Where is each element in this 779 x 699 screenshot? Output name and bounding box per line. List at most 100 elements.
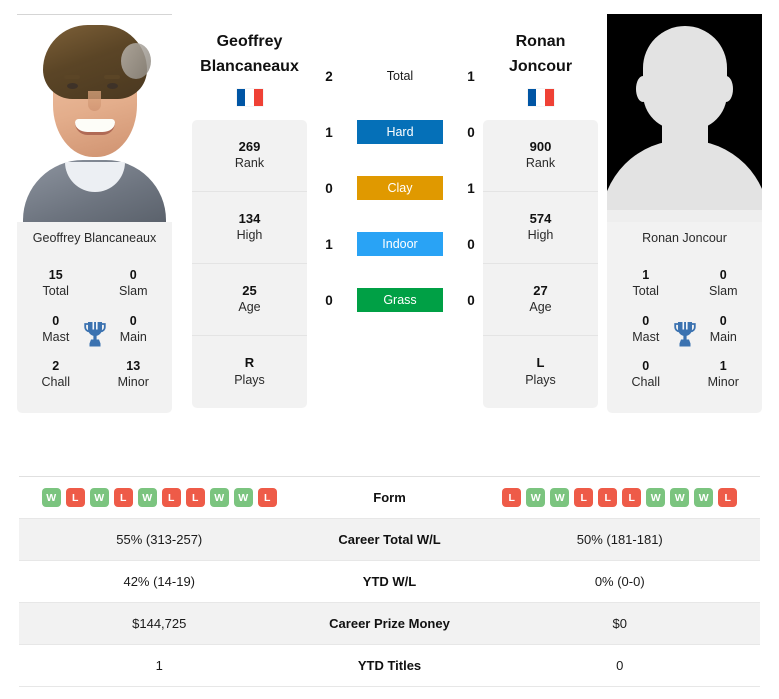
silhouette-placeholder-icon xyxy=(607,14,762,222)
loss-badge: L xyxy=(185,488,205,507)
stat-label: Form xyxy=(373,490,406,505)
win-badge: W xyxy=(694,488,714,507)
left-player-name: Geoffrey Blancaneaux xyxy=(200,33,299,75)
win-badge: W xyxy=(137,488,157,507)
right-rank-label: Rank xyxy=(525,156,556,171)
win-badge: W xyxy=(526,488,546,507)
titles-row-3: 2 Chall 13 Minor xyxy=(17,351,172,397)
right-high-value: 574 xyxy=(529,210,552,226)
h2h-right-value: 0 xyxy=(467,124,475,140)
right-age-label: Age xyxy=(529,300,552,315)
titles-chall: 0 Chall xyxy=(617,358,675,391)
titles-row-3: 0 Chall 1 Minor xyxy=(607,351,762,397)
stat-right-value: 0% (0-0) xyxy=(594,574,645,589)
titles-main-value: 0 xyxy=(129,313,137,328)
left-plays-value: R xyxy=(244,355,255,371)
stat-left-value: WLWLWLLWWL xyxy=(19,488,300,507)
portrait-eye-left xyxy=(67,83,78,89)
left-player-info-column: Geoffrey Blancaneaux 269 Rank 134 High 2… xyxy=(192,0,307,408)
right-high-cell: 574 High xyxy=(483,192,598,264)
win-badge: W xyxy=(550,488,570,507)
surface-bar-indoor: Indoor xyxy=(357,232,443,256)
stat-row: 1 YTD Titles 0 xyxy=(19,645,760,687)
titles-chall: 2 Chall xyxy=(27,358,85,391)
titles-mast-value: 0 xyxy=(52,313,60,328)
left-plays-cell: R Plays xyxy=(192,336,307,408)
titles-minor: 1 Minor xyxy=(694,358,752,391)
titles-minor-label: Minor xyxy=(707,375,739,390)
titles-row-1: 1 Total 0 Slam xyxy=(607,260,762,306)
left-plays-label: Plays xyxy=(234,372,265,387)
silhouette-base xyxy=(607,210,762,222)
stat-label: YTD W/L xyxy=(362,574,417,589)
titles-main-value: 0 xyxy=(719,313,727,328)
right-rank-value: 900 xyxy=(529,138,552,154)
titles-chall-value: 2 xyxy=(52,359,60,373)
trophy-icon xyxy=(673,322,696,347)
right-player-name: Ronan Joncour xyxy=(508,33,573,75)
h2h-row-hard: 1 Hard 0 xyxy=(318,118,482,146)
h2h-row-clay: 0 Clay 1 xyxy=(318,174,482,202)
left-player-photo-caption: Geoffrey Blancaneaux xyxy=(17,222,172,254)
portrait-hair xyxy=(43,25,151,99)
left-player-header: Geoffrey Blancaneaux xyxy=(192,0,307,106)
silhouette-ear-right xyxy=(719,76,733,102)
h2h-row-total: 2 Total 1 xyxy=(318,62,482,90)
titles-total: 1 Total xyxy=(617,267,675,300)
loss-badge: L xyxy=(622,488,642,507)
h2h-right-value: 1 xyxy=(467,180,475,196)
titles-main-label: Main xyxy=(119,329,147,344)
loss-badge: L xyxy=(113,488,133,507)
stat-label: Career Total W/L xyxy=(338,532,441,547)
stat-left-value: 42% (14-19) xyxy=(123,574,196,589)
win-badge: W xyxy=(646,488,666,507)
titles-minor-value: 13 xyxy=(126,359,141,373)
titles-total-value: 15 xyxy=(48,268,63,282)
left-rank-label: Rank xyxy=(234,156,265,171)
player-comparison-header: Geoffrey Blancaneaux 15 Total 0 Slam 0 M… xyxy=(0,0,779,474)
right-player-info-column: Ronan Joncour 900 Rank 574 High 27 Age L… xyxy=(483,0,598,408)
titles-mast: 0 Mast xyxy=(617,313,675,346)
stat-left-value: 1 xyxy=(155,658,163,673)
h2h-left-value: 0 xyxy=(325,180,333,196)
portrait-brow-left xyxy=(64,75,80,79)
right-player-flag-icon xyxy=(527,88,554,106)
left-rank-cell: 269 Rank xyxy=(192,120,307,192)
titles-slam-value: 0 xyxy=(719,268,727,282)
titles-minor-label: Minor xyxy=(117,375,149,390)
stat-right-value: $0 xyxy=(612,616,627,631)
right-form-strip: LWWLLLWWWL xyxy=(502,488,738,507)
left-age-value: 25 xyxy=(242,282,257,298)
loss-badge: L xyxy=(502,488,522,507)
h2h-row-grass: 0 Grass 0 xyxy=(318,286,482,314)
surface-bar-grass: Grass xyxy=(357,288,443,312)
left-form-strip: WLWLWLLWWL xyxy=(41,488,277,507)
h2h-row-indoor: 1 Indoor 0 xyxy=(318,230,482,258)
left-player-photo xyxy=(17,14,172,222)
titles-slam-label: Slam xyxy=(709,284,738,299)
portrait-brow-right xyxy=(104,75,120,79)
h2h-right-value: 1 xyxy=(467,68,475,84)
h2h-left-value: 1 xyxy=(325,236,333,252)
right-plays-cell: L Plays xyxy=(483,336,598,408)
h2h-left-value: 2 xyxy=(325,68,333,84)
right-plays-value: L xyxy=(536,355,545,371)
h2h-left-value: 0 xyxy=(325,292,333,308)
titles-minor: 13 Minor xyxy=(104,358,162,391)
stat-right-value: LWWLLLWWWL xyxy=(480,488,761,507)
loss-badge: L xyxy=(257,488,277,507)
right-age-value: 27 xyxy=(533,282,548,298)
win-badge: W xyxy=(233,488,253,507)
stat-left-value: $144,725 xyxy=(132,616,187,631)
left-player-photo-card: Geoffrey Blancaneaux 15 Total 0 Slam 0 M… xyxy=(17,14,172,413)
titles-minor-value: 1 xyxy=(719,359,727,373)
stat-row: 42% (14-19) YTD W/L 0% (0-0) xyxy=(19,561,760,603)
titles-mast-label: Mast xyxy=(632,329,660,344)
right-player-titles-grid: 1 Total 0 Slam 0 Mast 0 Main 0 Chall 1 M… xyxy=(607,254,762,413)
portrait-mouth xyxy=(75,119,115,135)
win-badge: W xyxy=(670,488,690,507)
portrait-nose xyxy=(88,91,101,111)
left-player-titles-grid: 15 Total 0 Slam 0 Mast 0 Main 2 Chall 13… xyxy=(17,254,172,413)
stat-right-value: 0 xyxy=(616,658,624,673)
silhouette-head xyxy=(642,26,727,130)
